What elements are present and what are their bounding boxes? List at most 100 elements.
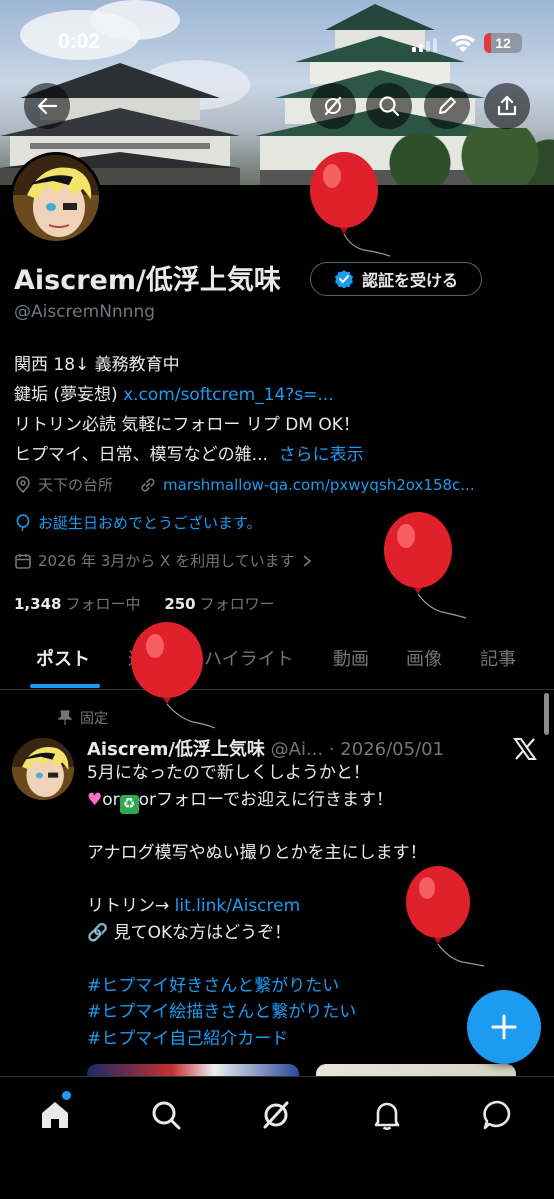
share-icon [497,95,517,116]
share-button[interactable] [484,83,530,129]
calendar-icon [15,553,31,569]
hashtag-link[interactable]: #ヒプマイ自己紹介カード [87,1026,517,1053]
bio-text: 鍵垢 (夢妄想) [14,385,124,405]
bio-line: 鍵垢 (夢妄想) x.com/softcrem_14?s=... [14,380,544,410]
plus-icon [491,1014,517,1040]
post-spacer [87,814,517,841]
tab-media[interactable]: 画像 [406,645,442,671]
nav-home[interactable] [35,1095,75,1135]
grok-icon [324,96,342,116]
tab-articles[interactable]: 記事 [480,645,516,671]
bottom-navigation [0,1076,554,1199]
following-label: フォロー中 [65,595,141,613]
compose-post-button[interactable] [467,990,541,1064]
bio-line: リトリン必読 気軽にフォロー リプ DM OK！ [14,415,360,435]
bio-link[interactable]: x.com/softcrem_14?s=... [123,385,334,405]
back-button[interactable] [24,83,70,129]
nav-messages[interactable] [478,1095,518,1135]
birthday-balloon [131,622,216,729]
follow-stats: 1,348 フォロー中 250 フォロワー [14,593,275,614]
show-more-link[interactable]: さらに表示 [279,445,364,465]
location-icon [16,475,30,493]
notifications-icon [374,1102,400,1131]
birthday-balloon [406,866,485,967]
nav-notifications[interactable] [367,1095,407,1135]
post-line: 5月になったので新しくしようかと！ [87,763,370,783]
battery-level: 12 [495,35,511,51]
pink-heart-icon: ♥ [87,789,103,810]
profile-name: Aiscrem/低浮上気味 [14,265,281,296]
recycle-icon: ♻ [119,794,139,814]
location-text: 天下の台所 [38,476,114,494]
cellular-signal-icon [412,38,437,52]
bio-line: 関西 18↓ 義務教育中 [14,355,180,375]
profile-bio: 関西 18↓ 義務教育中 鍵垢 (夢妄想) x.com/softcrem_14?… [14,350,544,470]
post-text-fragment: or [102,789,120,810]
nav-grok[interactable] [256,1095,296,1135]
post-date: · 2026/05/01 [328,739,445,760]
pinned-text: 固定 [80,711,108,727]
scrollbar[interactable] [544,693,549,735]
get-verified-button[interactable]: 認証を受ける [310,262,482,296]
hashtag-link[interactable]: #ヒプマイ好きさんと繋がりたい [87,973,517,1000]
link-icon [141,477,155,492]
battery-icon: 12 [484,33,522,53]
get-verified-label: 認証を受ける [361,271,458,290]
nav-search[interactable] [146,1095,186,1135]
edit-button[interactable] [424,83,470,129]
profile-meta-row: 天下の台所 marshmallow-qa.com/pxwyqsh2ox158c.… [14,474,475,495]
x-logo-icon [513,738,537,760]
search-profile-button[interactable] [366,83,412,129]
followers-label: フォロワー [199,595,275,613]
post-text-fragment: 見てOKな方はどうぞ！ [113,922,292,943]
grok-icon [263,1101,289,1129]
verified-badge-icon [334,270,353,289]
search-icon [152,1101,181,1130]
profile-avatar[interactable] [10,152,102,244]
status-time: 0:02 [58,30,101,53]
profile-tabs: ポスト 返信 ハイライト 動画 画像 記事 [0,640,554,690]
post-line: アナログ模写やぬい撮りとかを主にします！ [87,843,427,863]
tab-posts[interactable]: ポスト [36,645,90,671]
pinned-label: 固定 [58,708,108,728]
balloon-icon [16,513,30,531]
pencil-icon [439,97,456,114]
grok-button[interactable] [310,83,356,129]
joined-row[interactable]: 2026 年 3月から X を利用しています [14,550,313,571]
post-text-fragment: リトリン→ [87,896,175,916]
unread-dot [62,1091,71,1100]
joined-text: 2026 年 3月から X を利用しています [38,552,295,570]
post-link[interactable]: lit.link/Aiscrem [175,896,301,916]
following-link[interactable]: 1,348 フォロー中 [14,595,140,613]
pin-icon [58,710,72,725]
birthday-balloon [384,512,467,619]
hashtag-link[interactable]: #ヒプマイ絵描きさんと繋がりたい [87,999,517,1026]
post-header: Aiscrem/低浮上気味 @Ai... · 2026/05/01 [87,735,444,761]
post-author-handle: @Ai... [270,739,324,760]
following-count: 1,348 [14,595,62,613]
followers-link[interactable]: 250 フォロワー [164,595,274,613]
arrow-left-icon [37,97,58,115]
tab-videos[interactable]: 動画 [333,645,369,671]
birthday-balloon [310,152,391,257]
post-line: ♥or ♻ orフォローでお迎えに行きます！ [87,787,517,814]
birthday-row: お誕生日おめでとうございます。 [14,512,262,533]
birthday-text: お誕生日おめでとうございます。 [38,514,262,532]
link-emoji-icon: 🔗 [87,922,109,943]
status-bar: 0:02 12 [0,30,554,60]
bio-line: ヒプマイ、日常、模写などの雑... さらに表示 [14,440,544,470]
post-author-name[interactable]: Aiscrem/低浮上気味 [87,739,265,760]
post-author-avatar[interactable] [12,738,74,800]
search-icon [379,96,400,117]
profile-handle: @AiscremNnnng [14,302,156,322]
home-icon [42,1102,68,1128]
profile-banner[interactable] [0,0,554,185]
messages-icon [483,1100,511,1130]
active-tab-indicator [30,684,100,688]
avatar-image [13,155,99,241]
avatar-image [12,738,74,800]
followers-count: 250 [164,595,196,613]
post-text-fragment: orフォローでお迎えに行きます！ [138,789,394,810]
wifi-icon [451,35,475,52]
website-link[interactable]: marshmallow-qa.com/pxwyqsh2ox158c... [163,476,475,494]
